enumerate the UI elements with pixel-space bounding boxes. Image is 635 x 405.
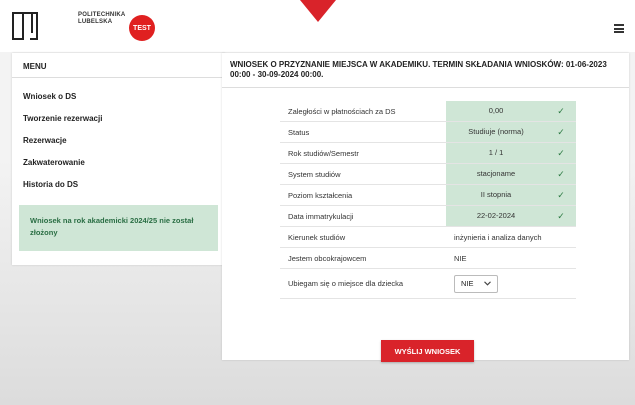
hamburger-menu-icon[interactable] (614, 24, 624, 33)
table-row: Kierunek studiów inżynieria i analiza da… (280, 227, 576, 248)
sidebar-menu: MENU Wniosek o DS Tworzenie rezerwacji R… (12, 53, 225, 265)
menu-item-historia[interactable]: Historia do DS (12, 174, 225, 196)
table-row-child: Ubiegam się o miejsce dla dziecka NIE (280, 269, 576, 299)
row-label: Status (288, 127, 310, 137)
menu-title: MENU (12, 53, 225, 78)
menu-items: Wniosek o DS Tworzenie rezerwacji Rezerw… (12, 78, 225, 196)
row-value: inżynieria i analiza danych (454, 232, 542, 242)
child-select-value: NIE (461, 279, 474, 288)
menu-item-wniosek[interactable]: Wniosek o DS (12, 86, 225, 108)
check-icon: ✓ (546, 185, 576, 205)
table-row: Zaległości w płatnościach za DS 0,00 ✓ (280, 101, 576, 122)
row-value: NIE (454, 253, 467, 263)
check-icon: ✓ (546, 101, 576, 121)
application-details: Zaległości w płatnościach za DS 0,00 ✓ S… (280, 101, 576, 299)
check-icon: ✓ (546, 122, 576, 142)
application-panel: WNIOSEK O PRZYZNANIE MIEJSCA W AKADEMIKU… (222, 53, 629, 362)
menu-item-tworzenie-rezerwacji[interactable]: Tworzenie rezerwacji (12, 108, 225, 130)
row-label: Jestem obcokrajowcem (288, 253, 367, 263)
row-value: II stopnia (446, 185, 546, 205)
row-label: Zaległości w płatnościach za DS (288, 106, 396, 116)
status-notice: Wniosek na rok akademicki 2024/25 nie zo… (19, 205, 218, 251)
menu-item-rezerwacje[interactable]: Rezerwacje (12, 130, 225, 152)
row-value: 1 / 1 (446, 143, 546, 163)
top-bar: POLITECHNIKA LUBELSKA TEST (0, 0, 635, 52)
row-label: System studiów (288, 169, 341, 179)
submit-button[interactable]: WYŚLIJ WNIOSEK (381, 340, 474, 362)
row-value: Studiuje (norma) (446, 122, 546, 142)
child-select[interactable]: NIE (454, 274, 498, 293)
table-row: Data immatrykulacji 22-02-2024 ✓ (280, 206, 576, 227)
politechnika-logo-icon (12, 12, 38, 40)
menu-item-zakwaterowanie[interactable]: Zakwaterowanie (12, 152, 225, 174)
table-row: Rok studiów/Semestr 1 / 1 ✓ (280, 143, 576, 164)
table-row: System studiów stacjoname ✓ (280, 164, 576, 185)
check-icon: ✓ (546, 206, 576, 226)
logo-line-2: LUBELSKA (78, 19, 113, 25)
panel-title: WNIOSEK O PRZYZNANIE MIEJSCA W AKADEMIKU… (222, 53, 629, 88)
logo-line-1: POLITECHNIKA (78, 12, 126, 18)
row-label: Rok studiów/Semestr (288, 148, 359, 158)
check-icon: ✓ (546, 164, 576, 184)
row-label: Kierunek studiów (288, 232, 346, 242)
test-badge: TEST (129, 15, 155, 41)
row-value: 0,00 (446, 101, 546, 121)
table-row: Jestem obcokrajowcem NIE (280, 248, 576, 269)
row-label: Poziom kształcenia (288, 190, 353, 200)
table-row: Status Studiuje (norma) ✓ (280, 122, 576, 143)
row-value: stacjoname (446, 164, 546, 184)
check-icon: ✓ (546, 143, 576, 163)
logo-text: POLITECHNIKA LUBELSKA (78, 12, 125, 26)
child-label: Ubiegam się o miejsce dla dziecka (288, 279, 404, 288)
chevron-down-icon (484, 281, 491, 286)
red-marker-icon (300, 0, 336, 22)
row-value: 22-02-2024 (446, 206, 546, 226)
table-row: Poziom kształcenia II stopnia ✓ (280, 185, 576, 206)
row-label: Data immatrykulacji (288, 211, 354, 221)
